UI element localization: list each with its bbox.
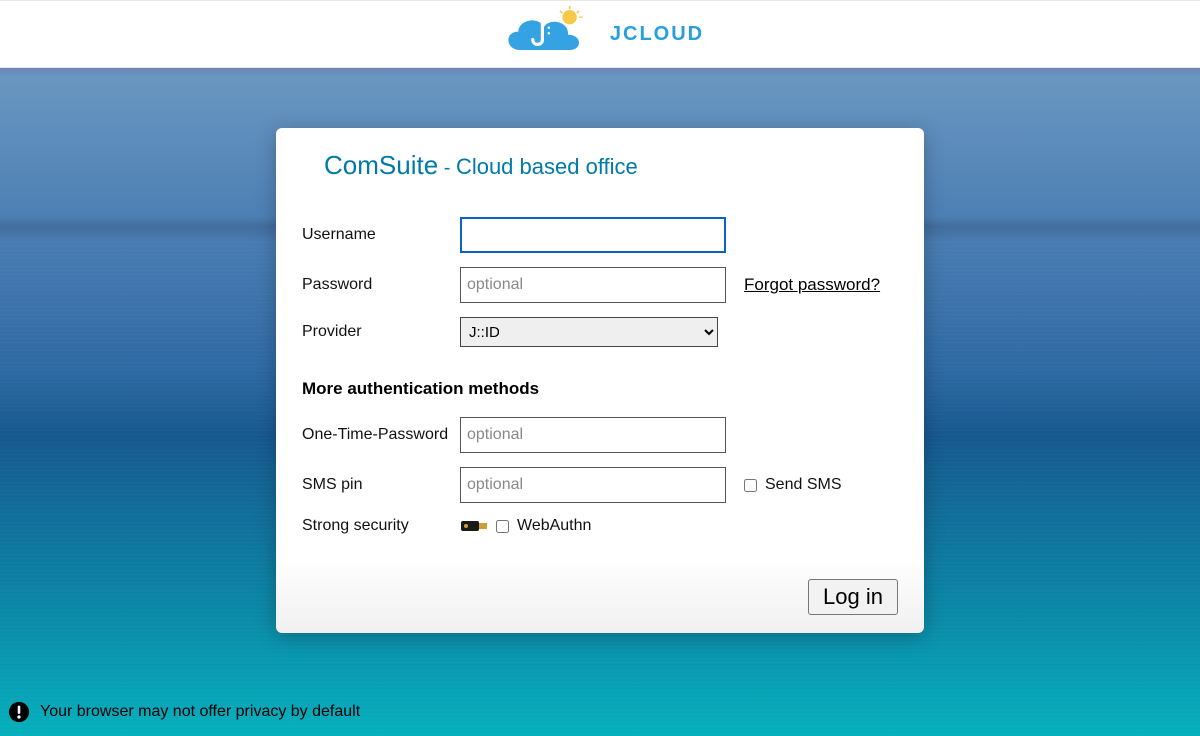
- header-bar: JCLOUD: [0, 0, 1200, 68]
- brand-text: JCLOUD: [610, 23, 704, 46]
- sms-input[interactable]: [460, 467, 726, 503]
- privacy-warning-bar: Your browser may not offer privacy by de…: [0, 688, 1200, 736]
- warning-icon: [8, 701, 30, 723]
- privacy-warning-text: Your browser may not offer privacy by de…: [40, 703, 360, 721]
- send-sms-row[interactable]: Send SMS: [744, 476, 841, 494]
- password-label: Password: [302, 267, 460, 303]
- forgot-password-link[interactable]: Forgot password?: [744, 275, 880, 294]
- login-card: ComSuite - Cloud based office Username P…: [276, 128, 924, 633]
- login-button[interactable]: Log in: [808, 579, 898, 615]
- title-sub: Cloud based office: [456, 154, 638, 179]
- username-label: Username: [302, 217, 460, 253]
- cloud-icon: [496, 3, 592, 65]
- title-separator: -: [438, 157, 456, 179]
- webauthn-checkbox[interactable]: [496, 520, 509, 533]
- more-methods-heading: More authentication methods: [302, 379, 898, 399]
- background: ComSuite - Cloud based office Username P…: [0, 68, 1200, 736]
- security-key-icon: [460, 517, 488, 535]
- title-main: ComSuite: [324, 150, 438, 180]
- otp-label: One-Time-Password: [302, 417, 460, 453]
- brand-logo: JCLOUD: [496, 3, 704, 65]
- provider-label: Provider: [302, 317, 460, 347]
- login-form: Username Password Forgot password? Provi…: [302, 203, 880, 361]
- sms-label: SMS pin: [302, 467, 460, 503]
- strong-security-label: Strong security: [302, 517, 460, 535]
- send-sms-label: Send SMS: [765, 476, 841, 494]
- webauthn-label: WebAuthn: [517, 517, 591, 535]
- send-sms-checkbox[interactable]: [744, 479, 757, 492]
- password-input[interactable]: [460, 267, 726, 303]
- webauthn-row[interactable]: WebAuthn: [460, 517, 841, 535]
- card-title: ComSuite - Cloud based office: [324, 150, 898, 181]
- username-input[interactable]: [460, 217, 726, 253]
- provider-select[interactable]: J::ID: [460, 317, 718, 347]
- otp-input[interactable]: [460, 417, 726, 453]
- more-methods-form: One-Time-Password SMS pin Send SMS: [302, 403, 841, 549]
